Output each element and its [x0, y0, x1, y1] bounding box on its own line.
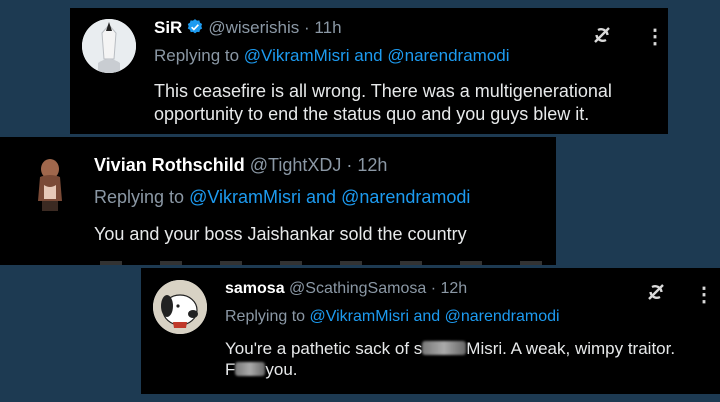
- mention-vikrammisri[interactable]: @VikramMisri: [310, 308, 410, 325]
- timestamp[interactable]: 12h: [357, 155, 387, 175]
- tweet-card-1[interactable]: SiR @wiserishis · 11h Replying to @Vikram…: [70, 8, 668, 134]
- timestamp[interactable]: 12h: [440, 280, 467, 297]
- separator-dot: ·: [304, 18, 310, 37]
- more-icon[interactable]: ⋮: [645, 24, 665, 49]
- avatar[interactable]: [153, 280, 207, 334]
- mention-and: and: [413, 308, 441, 325]
- tweet-text: You and your boss Jaishankar sold the co…: [94, 224, 467, 244]
- replying-to: Replying to @VikramMisri and @narendramo…: [94, 187, 470, 208]
- replying-to-label: Replying to: [225, 308, 306, 325]
- mention-narendramodi[interactable]: @narendramodi: [341, 187, 470, 207]
- grok-icon[interactable]: [644, 280, 668, 309]
- grok-icon[interactable]: [590, 23, 614, 52]
- tweet-text-part: Misri. A weak, wimpy traitor.: [466, 339, 676, 358]
- replying-to-label: Replying to: [154, 46, 240, 65]
- display-name[interactable]: Vivian Rothschild: [94, 155, 245, 175]
- tweet-text-part: you.: [265, 360, 298, 380]
- verified-badge-icon: [186, 18, 204, 41]
- tweet-header: Vivian Rothschild @TightXDJ · 12h: [94, 155, 387, 176]
- mention-vikrammisri[interactable]: @VikramMisri: [189, 187, 301, 207]
- mention-narendramodi[interactable]: @narendramodi: [445, 308, 560, 325]
- mention-vikrammisri[interactable]: @VikramMisri: [244, 46, 350, 65]
- censor-blur: [422, 341, 467, 355]
- replying-to: Replying to @VikramMisri and @narendramo…: [225, 308, 560, 326]
- handle[interactable]: @TightXDJ: [250, 155, 342, 175]
- tweet-card-3[interactable]: samosa @ScathingSamosa · 12h Replying to…: [141, 268, 720, 394]
- censor-blur: [235, 362, 266, 377]
- separator-dot: ·: [430, 280, 437, 297]
- tweet-text: This ceasefire is all wrong. There was a…: [154, 81, 612, 124]
- tweet-header: samosa @ScathingSamosa · 12h: [225, 280, 467, 298]
- tweet-text-part: F: [225, 360, 236, 380]
- separator-dot: ·: [346, 155, 353, 175]
- mention-narendramodi[interactable]: @narendramodi: [387, 46, 509, 65]
- handle[interactable]: @wiserishis: [208, 18, 299, 37]
- replying-to: Replying to @VikramMisri and @narendramo…: [154, 46, 510, 66]
- handle[interactable]: @ScathingSamosa: [289, 280, 426, 297]
- tweet-card-2[interactable]: Vivian Rothschild @TightXDJ · 12h Replyi…: [0, 137, 556, 265]
- display-name[interactable]: SiR: [154, 18, 182, 37]
- tweet-text: You're a pathetic sack of s Misri. A weak…: [225, 338, 715, 381]
- more-icon[interactable]: ⋮: [694, 282, 714, 307]
- tweet-text-part: You're a pathetic sack of s: [225, 339, 423, 358]
- timestamp[interactable]: 11h: [314, 18, 341, 37]
- tweet-header: SiR @wiserishis · 11h: [154, 18, 342, 41]
- display-name[interactable]: samosa: [225, 280, 285, 297]
- avatar[interactable]: [28, 155, 72, 213]
- mention-and: and: [354, 46, 383, 65]
- replying-to-label: Replying to: [94, 187, 185, 207]
- mention-and: and: [306, 187, 337, 207]
- action-bar-cut: [100, 261, 556, 265]
- avatar[interactable]: [82, 19, 136, 73]
